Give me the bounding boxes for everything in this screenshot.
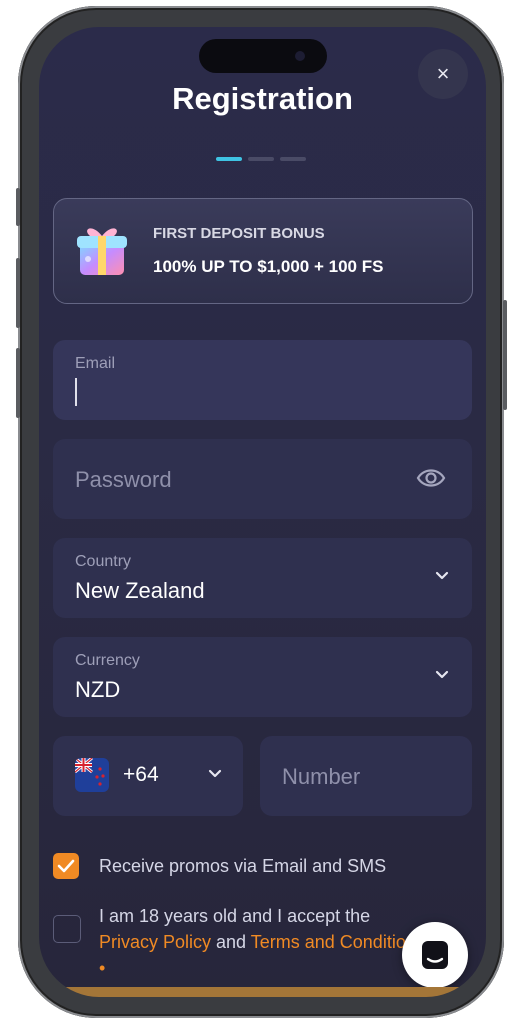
privacy-policy-link[interactable]: Privacy Policy [99, 932, 211, 952]
chevron-down-icon [208, 769, 222, 778]
email-field[interactable]: Email [53, 340, 472, 420]
email-label: Email [75, 355, 116, 372]
page-title: Registration [172, 81, 353, 116]
chat-button[interactable] [402, 922, 468, 988]
chevron-down-icon [435, 571, 449, 580]
phone-code-select[interactable]: +64 [53, 736, 243, 816]
text-caret [75, 378, 77, 406]
phone-number-input[interactable]: Number [260, 736, 472, 816]
promos-checkbox[interactable] [53, 853, 79, 879]
country-label: Country [75, 553, 132, 570]
currency-select[interactable]: Currency NZD [53, 637, 472, 717]
terms-text-1: I am 18 years old and I accept the [99, 906, 371, 926]
password-placeholder: Password [75, 467, 172, 492]
phone-side-button [16, 188, 20, 226]
required-mark: • [99, 958, 106, 978]
password-field[interactable]: Password [53, 439, 472, 519]
flag-nz-icon [75, 758, 109, 792]
dynamic-island [199, 39, 327, 73]
registration-screen: × Registration FIRST DEPOSIT BONUS 100% … [39, 27, 486, 997]
step-indicator-active [216, 157, 242, 161]
step-progress [216, 157, 306, 161]
bonus-headline: FIRST DEPOSIT BONUS [153, 225, 325, 242]
country-select[interactable]: Country New Zealand [53, 538, 472, 618]
chevron-down-icon [435, 670, 449, 679]
phone-number-placeholder: Number [282, 764, 361, 789]
phone-code-value: +64 [123, 763, 159, 786]
chat-icon [422, 941, 448, 969]
phone-side-button [16, 258, 20, 328]
step-indicator [280, 157, 306, 161]
terms-checkbox[interactable] [53, 915, 81, 943]
first-deposit-bonus-card[interactable]: FIRST DEPOSIT BONUS 100% UP TO $1,000 + … [53, 198, 473, 304]
submit-button-edge[interactable] [39, 987, 486, 997]
terms-label: I am 18 years old and I accept the Priva… [99, 903, 429, 981]
check-icon [57, 859, 75, 873]
gift-icon [77, 228, 127, 275]
phone-side-button [503, 300, 507, 410]
promos-label: Receive promos via Email and SMS [99, 856, 387, 876]
country-value: New Zealand [75, 578, 205, 603]
phone-side-button [16, 348, 20, 418]
step-indicator [248, 157, 274, 161]
bonus-offer: 100% UP TO $1,000 + 100 FS [153, 257, 384, 276]
camera-dot [295, 51, 305, 61]
currency-label: Currency [75, 652, 140, 669]
terms-text-2: and [211, 932, 251, 952]
eye-icon[interactable] [416, 465, 446, 491]
terms-conditions-link[interactable]: Terms and Conditions [251, 932, 425, 952]
currency-value: NZD [75, 677, 121, 702]
